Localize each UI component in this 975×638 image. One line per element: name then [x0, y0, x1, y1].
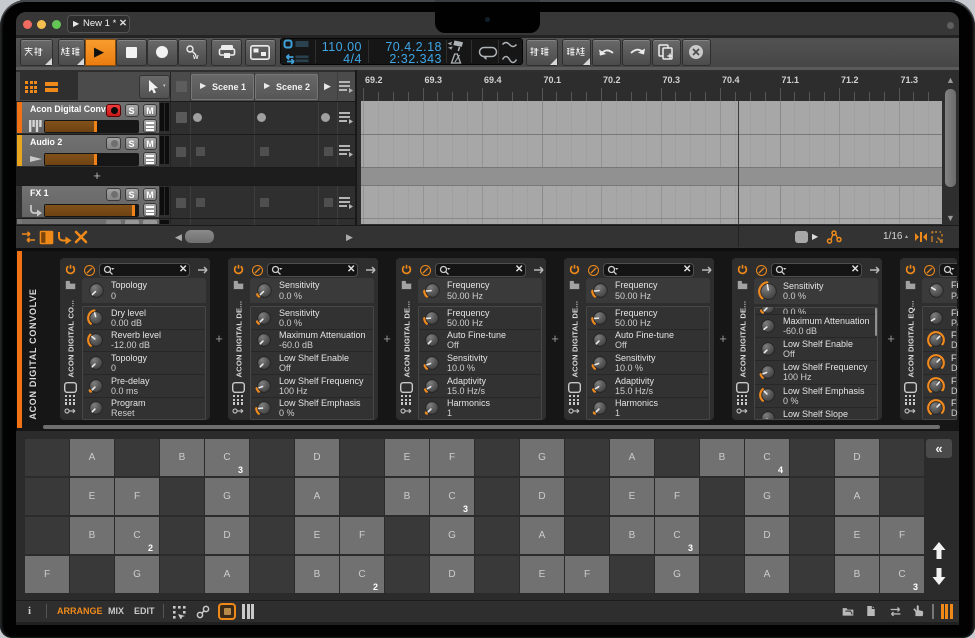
- svg-text:w: w: [192, 54, 199, 60]
